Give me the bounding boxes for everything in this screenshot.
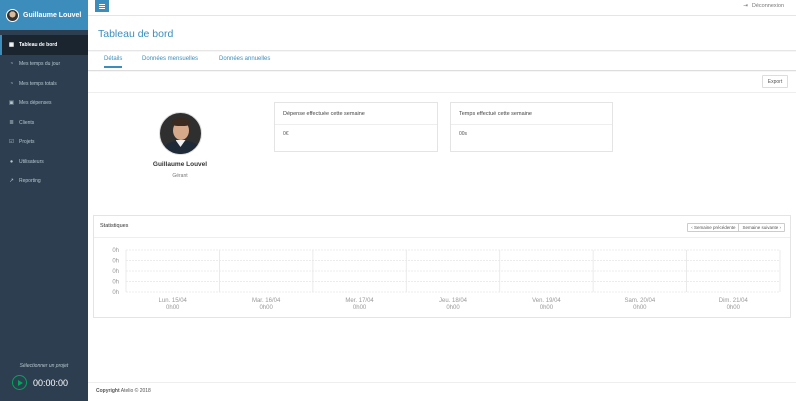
profile-name: Guillaume Louvel	[152, 161, 208, 168]
timer-value: 00:00:00	[33, 377, 69, 388]
profile-photo	[158, 112, 202, 155]
data-label: 0h00	[446, 305, 460, 311]
y-tick-label: 0h	[112, 280, 119, 286]
x-tick-label: Ven. 19/04	[532, 298, 561, 304]
details-panel: Export Guillaume Louvel Gérant Dépense e…	[88, 72, 796, 382]
week-navigation: ‹ Semaine précédente Semaine suivante ›	[687, 223, 785, 232]
list-icon: ≣	[9, 119, 14, 126]
data-label: 0h00	[259, 305, 273, 311]
chevron-right-icon: ›	[778, 225, 782, 230]
footer-copyright-strong: Copyright	[96, 388, 120, 394]
y-tick-label: 0h	[112, 290, 119, 296]
data-label: 0h00	[540, 305, 554, 311]
timer: 00:00:00	[12, 375, 68, 390]
data-label: 0h00	[353, 305, 367, 311]
sidebar-item-7[interactable]: ↗ Reporting	[0, 172, 88, 192]
weekly-expense-value: 0€	[283, 131, 289, 137]
check-square-icon: ☑	[9, 139, 14, 146]
data-label: 0h00	[633, 305, 647, 311]
weekly-time-box: Temps effectué cette semaine 00s	[450, 102, 613, 152]
sidebar-item-label: Tableau de bord	[19, 41, 58, 48]
next-week-button[interactable]: Semaine suivante ›	[738, 224, 784, 231]
divider	[88, 92, 796, 93]
tab-monthly-data[interactable]: Données mensuelles	[142, 56, 198, 62]
profile-role: Gérant	[172, 173, 188, 179]
statistics-divider	[94, 237, 790, 238]
sidebar-item-label: Clients	[19, 119, 35, 126]
x-tick-label: Jeu. 18/04	[439, 298, 468, 304]
hamburger-icon-line	[99, 5, 105, 7]
hamburger-icon	[99, 3, 105, 5]
dashboard-icon: ▦	[8, 41, 15, 48]
sidebar: Guillaume Louvel ▦ Tableau de bord ◔ Mes te…	[0, 0, 88, 401]
topbar: ⇥ Déconnexion	[88, 0, 796, 16]
x-tick-label: Dim. 21/04	[719, 298, 749, 304]
sidebar-item-1[interactable]: ◔ Mes temps du jour	[0, 55, 88, 75]
clock-icon: ◔	[9, 61, 14, 68]
export-button[interactable]: Export	[762, 75, 788, 88]
money-icon: ▣	[8, 100, 15, 107]
sidebar-item-5[interactable]: ☑ Projets	[0, 133, 88, 153]
project-select-label[interactable]: Sélectionner un projet	[0, 363, 88, 369]
x-tick-label: Mer. 17/04	[345, 298, 374, 304]
previous-week-button[interactable]: ‹ Semaine précédente	[688, 224, 739, 231]
sidebar-item-6[interactable]: ● Utilisateurs	[0, 152, 88, 172]
title-bar: Tableau de bord	[88, 16, 796, 51]
clock-icon: ◔	[9, 80, 14, 87]
sidebar-user-name: Guillaume Louvel	[23, 11, 82, 19]
weekly-time-title: Temps effectué cette semaine	[451, 103, 612, 125]
data-label: 0h00	[727, 305, 741, 311]
sign-out-icon: ⇥	[743, 3, 748, 9]
users-icon: ●	[9, 158, 14, 165]
footer-copyright: Copyright Atelio © 2018	[96, 388, 151, 394]
footer: Copyright Atelio © 2018	[88, 382, 796, 401]
weekly-hours-chart: 0h0h0h0h0hLun. 15/040h00Mar. 16/040h00Me…	[112, 248, 781, 311]
y-tick-label: 0h	[112, 269, 119, 275]
logout-link[interactable]: ⇥ Déconnexion	[743, 3, 784, 9]
weekly-time-value: 00s	[459, 131, 468, 137]
y-tick-label: 0h	[112, 259, 119, 265]
profile-card: Guillaume Louvel Gérant	[150, 112, 210, 179]
logout-label: Déconnexion	[751, 3, 784, 9]
play-icon	[17, 379, 23, 386]
sidebar-item-label: Mes dépenses	[19, 100, 52, 107]
weekly-expense-box: Dépense effectuée cette semaine 0€	[274, 102, 438, 152]
sidebar-item-3[interactable]: ▣ Mes dépenses	[0, 94, 88, 114]
hamburger-icon-line	[99, 7, 105, 9]
sidebar-item-label: Mes temps du jour	[19, 61, 61, 68]
footer-copyright-text: Atelio © 2018	[120, 388, 151, 394]
sidebar-item-label: Utilisateurs	[19, 158, 44, 165]
sidebar-item-label: Projets	[19, 139, 35, 146]
x-tick-label: Mar. 16/04	[252, 298, 281, 304]
sidebar-item-label: Mes temps totals	[19, 80, 57, 87]
data-label: 0h00	[166, 305, 180, 311]
y-tick-label: 0h	[112, 248, 119, 254]
tab-bar: Détails Données mensuelles Données annue…	[88, 52, 796, 71]
weekly-expense-title: Dépense effectuée cette semaine	[275, 103, 437, 125]
x-tick-label: Sam. 20/04	[625, 298, 656, 304]
sidebar-menu: ▦ Tableau de bord ◔ Mes temps du jour ◔ Mes t…	[0, 35, 88, 191]
page-title: Tableau de bord	[98, 28, 174, 40]
main-content: Tableau de bord Détails Données mensuell…	[88, 16, 796, 401]
tab-details[interactable]: Détails	[104, 56, 123, 68]
tab-annual-data[interactable]: Données annuelles	[219, 56, 270, 62]
sidebar-item-label: Reporting	[19, 178, 41, 185]
statistics-panel: Statistiques ‹ Semaine précédente Semain…	[93, 215, 791, 318]
user-avatar	[6, 8, 19, 22]
menu-toggle-button[interactable]	[95, 0, 109, 12]
statistics-title: Statistiques	[100, 223, 129, 229]
sidebar-item-4[interactable]: ≣ Clients	[0, 113, 88, 133]
play-button[interactable]	[12, 375, 27, 390]
next-week-label: Semaine suivante	[742, 225, 779, 230]
sidebar-header: Guillaume Louvel	[0, 0, 88, 30]
x-tick-label: Lun. 15/04	[159, 298, 188, 304]
previous-week-label: Semaine précédente	[693, 225, 736, 230]
sidebar-item-0[interactable]: ▦ Tableau de bord	[0, 35, 88, 55]
sidebar-item-2[interactable]: ◔ Mes temps totals	[0, 74, 88, 94]
line-chart-icon: ↗	[9, 178, 14, 185]
